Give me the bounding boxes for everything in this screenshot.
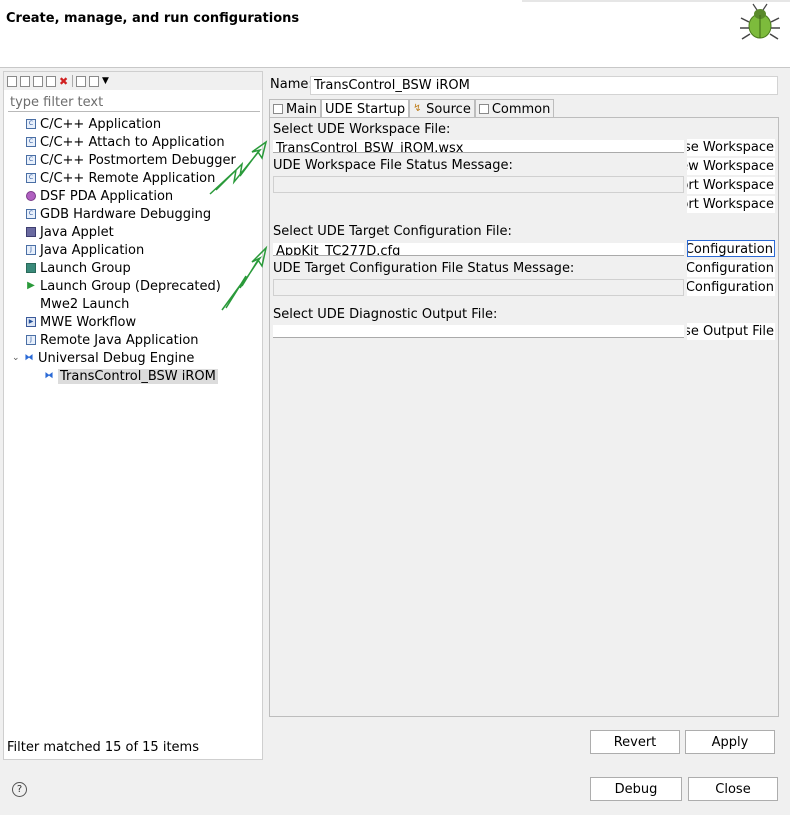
tree-item-universal-debug-engine[interactable]: ⌄ ⧓ Universal Debug Engine [12, 349, 194, 367]
target-status-label: UDE Target Configuration File Status Mes… [273, 261, 575, 276]
tree-item-cpp-remote[interactable]: C C/C++ Remote Application [26, 169, 215, 187]
import-configuration-button[interactable]: Import Configuration [687, 279, 775, 296]
new-config-icon[interactable] [7, 75, 17, 87]
tab-source[interactable]: ↯ Source [409, 99, 475, 118]
target-config-label: Select UDE Target Configuration File: [273, 224, 512, 239]
name-label: Name: [270, 77, 313, 92]
workspace-file-field[interactable]: TransControl_BSW_iROM.wsx [273, 140, 684, 153]
close-button[interactable]: Close [688, 777, 778, 801]
dialog-header: Create, manage, and run configurations [0, 0, 790, 68]
tree-item-java-applet[interactable]: Java Applet [26, 223, 114, 241]
mwe2-launch-blank-icon [26, 299, 36, 309]
mwe-workflow-icon: ▶ [26, 317, 36, 327]
tab-ude-startup[interactable]: UDE Startup [321, 99, 410, 118]
annotation-arrow-target [221, 245, 268, 311]
export-config-icon[interactable] [33, 75, 43, 87]
ude-config-icon: ⧓ [44, 371, 54, 381]
tree-item-mwe-workflow[interactable]: ▶ MWE Workflow [26, 313, 136, 331]
dsf-pda-icon [26, 191, 36, 201]
tab-main[interactable]: Main [269, 99, 322, 118]
tree-item-java-application[interactable]: J Java Application [26, 241, 144, 259]
debug-button[interactable]: Debug [590, 777, 682, 801]
browse-configuration-button[interactable]: Browse Configuration [687, 240, 775, 257]
diagnostic-output-label: Select UDE Diagnostic Output File: [273, 307, 498, 322]
target-config-field[interactable]: AppKit_TC277D.cfg [273, 243, 684, 256]
dialog-title: Create, manage, and run configurations [6, 11, 300, 26]
workspace-file-label: Select UDE Workspace File: [273, 122, 451, 137]
browse-workspace-button[interactable]: Browse Workspace [687, 139, 775, 156]
new-prototype-icon[interactable] [20, 75, 30, 87]
c-attach-icon: C [26, 137, 36, 147]
ude-icon: ⧓ [24, 353, 34, 363]
debug-bug-icon [740, 3, 780, 40]
config-tabs: Main UDE Startup ↯ Source Common [269, 99, 555, 118]
tree-item-cpp-attach[interactable]: C C/C++ Attach to Application [26, 133, 225, 151]
new-workspace-button[interactable]: New Workspace [687, 158, 775, 175]
tree-item-cpp-application[interactable]: C C/C++ Application [26, 115, 161, 133]
expand-chevron-down-icon[interactable]: ⌄ [12, 353, 22, 363]
remote-java-icon: J [26, 335, 36, 345]
workspace-status-field [273, 176, 684, 193]
duplicate-config-icon[interactable] [46, 75, 56, 87]
view-menu-chevron-down-icon[interactable]: ▼ [102, 76, 112, 87]
tree-item-gdb-hardware[interactable]: C GDB Hardware Debugging [26, 205, 211, 223]
launch-group-deprecated-icon: ▶ [27, 280, 35, 291]
main-tab-icon [273, 104, 283, 114]
browse-output-file-button[interactable]: Browse Output File [687, 323, 775, 340]
launch-group-icon [26, 263, 36, 273]
tree-item-mwe2-launch[interactable]: Mwe2 Launch [26, 295, 129, 313]
tree-item-transcontrol-bsw-irom[interactable]: ⧓ TransControl_BSW iROM [44, 367, 218, 385]
config-toolbar: ✖ ▼ [4, 72, 262, 90]
collapse-all-icon[interactable] [76, 75, 86, 87]
source-tab-icon: ↯ [413, 103, 422, 114]
toolbar-separator [72, 75, 73, 87]
java-applet-icon [26, 227, 36, 237]
annotation-arrow-workspace [209, 140, 268, 195]
create-configuration-button[interactable]: Create Configuration [687, 260, 775, 277]
revert-button[interactable]: Revert [590, 730, 680, 754]
diagnostic-output-field[interactable] [273, 325, 684, 338]
filter-icon[interactable] [89, 75, 99, 87]
export-workspace-button[interactable]: Export Workspace [687, 196, 775, 213]
common-tab-icon [478, 104, 489, 114]
config-name-input[interactable] [310, 76, 778, 95]
workspace-status-label: UDE Workspace File Status Message: [273, 158, 513, 173]
annotation-arrows [209, 140, 268, 311]
import-workspace-button[interactable]: Import Workspace [687, 177, 775, 194]
delete-config-icon[interactable]: ✖ [59, 76, 69, 87]
gdb-hw-icon: C [26, 209, 36, 219]
target-status-field [273, 279, 684, 296]
tree-item-dsf-pda[interactable]: DSF PDA Application [26, 187, 173, 205]
filter-status-text: Filter matched 15 of 15 items [7, 740, 199, 755]
help-icon[interactable]: ? [12, 782, 27, 797]
c-remote-icon: C [26, 173, 36, 183]
c-app-icon: C [26, 119, 36, 129]
apply-button[interactable]: Apply [685, 730, 775, 754]
tree-item-launch-group[interactable]: Launch Group [26, 259, 131, 277]
tab-common[interactable]: Common [474, 99, 555, 118]
java-app-icon: J [26, 245, 36, 255]
tree-item-launch-group-deprecated[interactable]: ▶ Launch Group (Deprecated) [26, 277, 221, 295]
filter-input[interactable] [8, 93, 260, 112]
tree-item-remote-java[interactable]: J Remote Java Application [26, 331, 199, 349]
c-postmortem-icon: C [26, 155, 36, 165]
